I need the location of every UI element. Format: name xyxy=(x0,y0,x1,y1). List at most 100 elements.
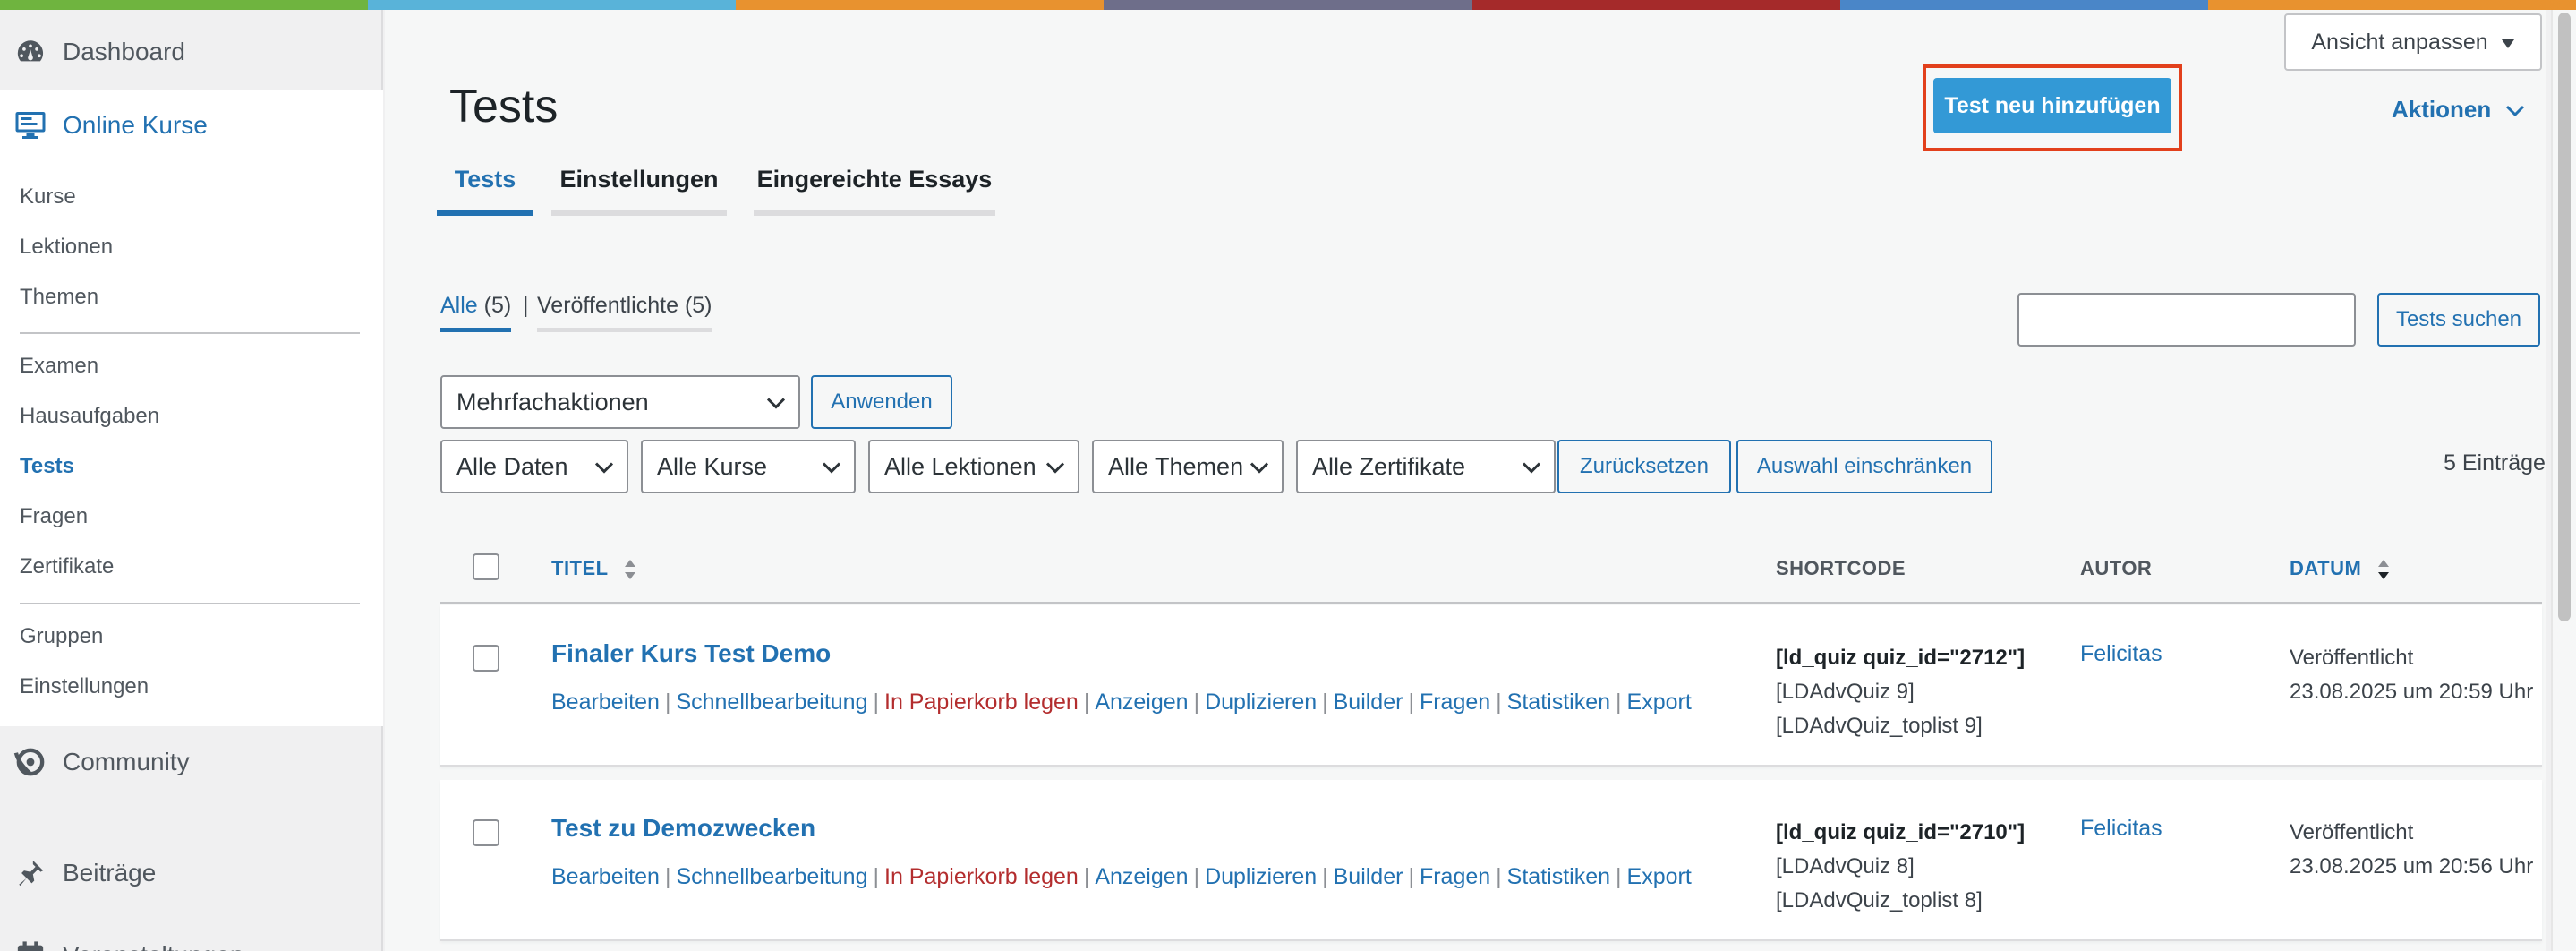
shortcode-main: [ld_quiz quiz_id="2710"] xyxy=(1776,820,2026,844)
row-checkbox[interactable] xyxy=(473,819,499,846)
sidebar-item-label: Online Kurse xyxy=(63,111,208,139)
action-separator: | xyxy=(1083,864,1090,889)
calendar-icon xyxy=(13,938,48,951)
community-icon xyxy=(13,744,48,780)
action-separator: | xyxy=(1408,690,1414,715)
sidebar-item-label: Dashboard xyxy=(63,38,185,65)
strip-segment xyxy=(0,0,369,10)
lessons-select[interactable]: Alle Lektionen xyxy=(868,440,1079,493)
submenu-item-tests[interactable]: Tests xyxy=(20,454,74,479)
action-separator: | xyxy=(1616,690,1622,715)
filter-separator: | xyxy=(523,293,529,318)
column-title-label: TITEL xyxy=(551,557,609,579)
sidebar-item-dashboard[interactable]: Dashboard xyxy=(0,16,383,88)
chevron-down-icon xyxy=(2505,96,2525,124)
action-separator: | xyxy=(1322,690,1328,715)
topics-select[interactable]: Alle Themen xyxy=(1092,440,1284,493)
tab-eingereichte-essays[interactable]: Eingereichte Essays xyxy=(754,162,995,216)
test-title-link[interactable]: Finaler Kurs Test Demo xyxy=(551,639,831,668)
submenu-item-examen[interactable]: Examen xyxy=(20,354,98,379)
action-view[interactable]: Anzeigen xyxy=(1095,864,1188,889)
action-separator: | xyxy=(1408,864,1414,889)
submenu-item-kurse[interactable]: Kurse xyxy=(20,184,76,210)
strip-segment xyxy=(1839,0,2208,10)
select-value: Alle Zertifikate xyxy=(1312,452,1466,480)
table-header: TITEL SHORTCODE AUTOR DATUM xyxy=(440,534,2542,604)
apply-button[interactable]: Anwenden xyxy=(811,375,952,429)
action-edit[interactable]: Bearbeiten xyxy=(551,690,660,715)
submenu-item-zertifikate[interactable]: Zertifikate xyxy=(20,554,114,579)
shortcode-cell: [ld_quiz quiz_id="2712"] [LDAdvQuiz 9] [… xyxy=(1776,641,2025,743)
action-edit[interactable]: Bearbeiten xyxy=(551,864,660,889)
action-view[interactable]: Anzeigen xyxy=(1095,690,1188,715)
shortcode-adv: [LDAdvQuiz 8] xyxy=(1776,854,1915,878)
sidebar-item-beitraege[interactable]: Beiträge xyxy=(0,837,383,909)
filter-published-label: Veröffentlichte xyxy=(537,293,678,318)
column-title[interactable]: TITEL xyxy=(551,557,637,581)
action-statistics[interactable]: Statistiken xyxy=(1507,864,1610,889)
action-export[interactable]: Export xyxy=(1627,690,1692,715)
action-trash[interactable]: In Papierkorb legen xyxy=(884,864,1079,889)
courses-select[interactable]: Alle Kurse xyxy=(641,440,856,493)
action-statistics[interactable]: Statistiken xyxy=(1507,690,1610,715)
chevron-down-icon xyxy=(766,389,786,416)
strip-segment xyxy=(368,0,737,10)
search-input[interactable] xyxy=(2017,293,2356,347)
actions-menu[interactable]: Aktionen xyxy=(2392,96,2525,124)
action-separator: | xyxy=(1193,690,1200,715)
scrollbar-thumb[interactable] xyxy=(2558,13,2571,621)
sidebar-item-online-kurse[interactable]: Online Kurse xyxy=(0,90,383,161)
sidebar-item-label: Beiträge xyxy=(63,859,157,887)
action-questions[interactable]: Fragen xyxy=(1420,690,1490,715)
narrow-selection-button[interactable]: Auswahl einschränken xyxy=(1736,440,1992,493)
add-test-button[interactable]: Test neu hinzufügen xyxy=(1933,78,2171,133)
action-questions[interactable]: Fragen xyxy=(1420,864,1490,889)
desktop-monitor-icon xyxy=(13,107,48,143)
shortcode-main: [ld_quiz quiz_id="2712"] xyxy=(1776,646,2026,670)
action-trash[interactable]: In Papierkorb legen xyxy=(884,690,1079,715)
search-tests-button[interactable]: Tests suchen xyxy=(2377,293,2540,347)
author-link[interactable]: Felicitas xyxy=(2080,641,2162,667)
submenu-item-lektionen[interactable]: Lektionen xyxy=(20,235,113,260)
sidebar-item-community[interactable]: Community xyxy=(0,726,383,798)
action-duplicate[interactable]: Duplizieren xyxy=(1205,690,1317,715)
row-checkbox[interactable] xyxy=(473,645,499,672)
tab-einstellungen[interactable]: Einstellungen xyxy=(551,162,727,216)
action-separator: | xyxy=(873,864,880,889)
action-builder[interactable]: Builder xyxy=(1334,864,1403,889)
column-author: AUTOR xyxy=(2080,557,2153,579)
filter-published[interactable]: Veröffentlichte (5) xyxy=(537,293,712,332)
action-quick-edit[interactable]: Schnellbearbeitung xyxy=(676,864,867,889)
action-export[interactable]: Export xyxy=(1627,864,1692,889)
action-separator: | xyxy=(873,690,880,715)
submenu-item-einstellungen[interactable]: Einstellungen xyxy=(20,674,149,699)
test-title-link[interactable]: Test zu Demozwecken xyxy=(551,814,815,843)
action-separator: | xyxy=(1496,864,1502,889)
publish-date: 23.08.2025 um 20:56 Uhr xyxy=(2290,854,2534,878)
submenu-item-themen[interactable]: Themen xyxy=(20,285,98,310)
submenu-item-gruppen[interactable]: Gruppen xyxy=(20,624,103,649)
tab-tests[interactable]: Tests xyxy=(437,162,533,216)
sidebar-item-veranstaltungen[interactable]: Veranstaltungen xyxy=(0,920,383,951)
submenu-item-hausaufgaben[interactable]: Hausaufgaben xyxy=(20,404,159,429)
author-link[interactable]: Felicitas xyxy=(2080,816,2162,842)
select-value: Alle Daten xyxy=(456,452,568,480)
main-content: Tests Test neu hinzufügen Ansicht anpass… xyxy=(385,10,2546,951)
select-all-checkbox[interactable] xyxy=(473,553,499,580)
certificates-select[interactable]: Alle Zertifikate xyxy=(1296,440,1556,493)
select-value: Alle Themen xyxy=(1108,452,1244,480)
shortcode-toplist: [LDAdvQuiz_toplist 9] xyxy=(1776,714,1983,738)
reset-filters-button[interactable]: Zurücksetzen xyxy=(1557,440,1731,493)
view-options-button[interactable]: Ansicht anpassen xyxy=(2284,13,2542,71)
bulk-actions-select[interactable]: Mehrfachaktionen xyxy=(440,375,800,429)
submenu-item-fragen[interactable]: Fragen xyxy=(20,504,88,529)
action-duplicate[interactable]: Duplizieren xyxy=(1205,864,1317,889)
column-date[interactable]: DATUM xyxy=(2290,557,2391,581)
items-count: 5 Einträge xyxy=(2444,450,2546,476)
page-scrollbar[interactable] xyxy=(2551,0,2576,951)
action-builder[interactable]: Builder xyxy=(1334,690,1403,715)
action-quick-edit[interactable]: Schnellbearbeitung xyxy=(676,690,867,715)
chevron-down-icon xyxy=(1045,453,1065,481)
dates-select[interactable]: Alle Daten xyxy=(440,440,628,493)
filter-all[interactable]: Alle (5) xyxy=(440,293,512,332)
